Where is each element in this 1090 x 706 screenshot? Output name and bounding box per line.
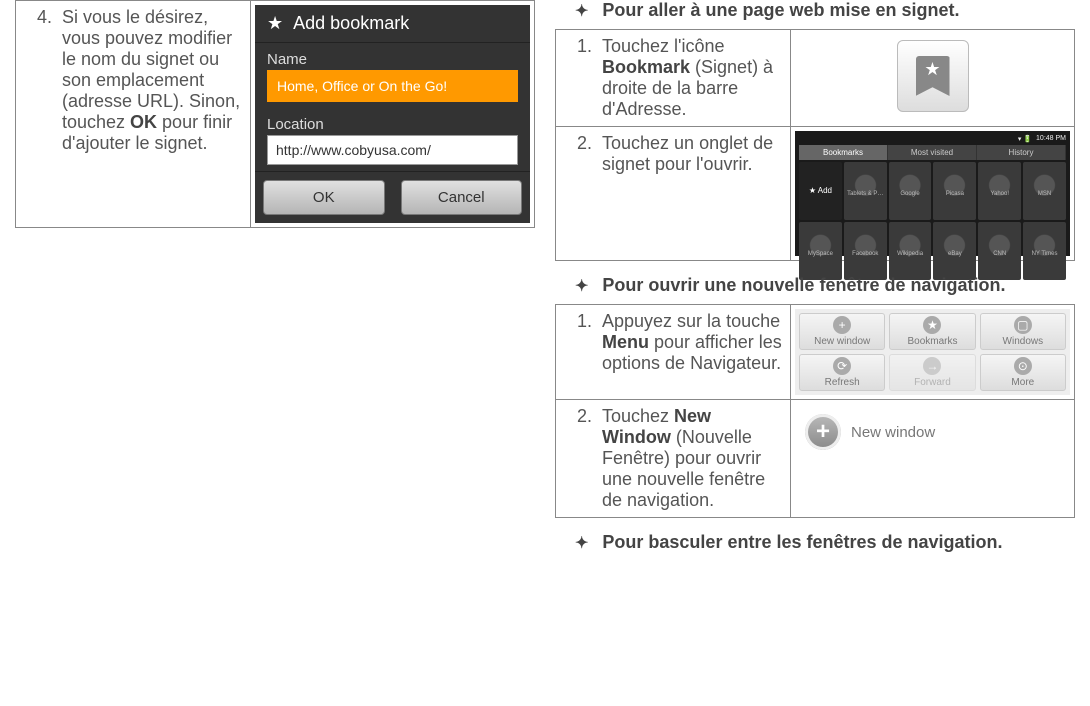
step-text: Appuyez sur la touche Menu pour afficher… xyxy=(592,305,791,400)
thumb[interactable]: Picasa xyxy=(933,162,976,220)
bullet-icon: ✦ xyxy=(575,276,588,296)
heading-switch-windows: ✦ Pour basculer entre les fenêtres de na… xyxy=(555,532,1075,561)
new-window-button-cell: New window xyxy=(791,400,1075,518)
tab-most-visited[interactable]: Most visited xyxy=(888,145,977,160)
plus-circle-icon xyxy=(805,414,841,450)
thumb[interactable]: Google xyxy=(889,162,932,220)
step-text: Touchez New Window (Nouvelle Fenêtre) po… xyxy=(592,400,791,518)
step-text: Si vous le désirez, vous pouvez modifier… xyxy=(52,1,251,228)
cancel-button[interactable]: Cancel xyxy=(401,180,523,215)
bullet-icon: ✦ xyxy=(575,1,588,21)
menu-forward[interactable]: →Forward xyxy=(889,354,975,391)
heading-bookmarked-page: ✦ Pour aller à une page web mise en sign… xyxy=(555,0,1075,29)
menu-windows[interactable]: ▢Windows xyxy=(980,313,1066,350)
star-icon: ★ xyxy=(267,13,283,34)
thumb[interactable]: Tablets & P… xyxy=(844,162,887,220)
name-field[interactable]: Home, Office or On the Go! xyxy=(267,70,518,102)
location-label: Location xyxy=(255,108,530,135)
step-number: 2. xyxy=(556,400,593,518)
add-bookmark-thumb[interactable]: ★ Add xyxy=(799,162,842,220)
step-number: 2. xyxy=(556,127,593,261)
ok-button[interactable]: OK xyxy=(263,180,385,215)
bullet-icon: ✦ xyxy=(575,533,588,553)
thumb[interactable]: MSN xyxy=(1023,162,1066,220)
step-text: Touchez l'icône Bookmark (Signet) à droi… xyxy=(592,30,791,127)
bookmark-section-table: 1. Touchez l'icône Bookmark (Signet) à d… xyxy=(555,29,1075,261)
tab-history[interactable]: History xyxy=(977,145,1066,160)
bookmarks-grid: ▾ 🔋10:48 PM Bookmarks Most visited Histo… xyxy=(795,131,1070,256)
browser-menu-cell: +New window ★Bookmarks ▢Windows ⟳Refresh… xyxy=(791,305,1075,400)
step-number: 1. xyxy=(556,305,593,400)
thumb[interactable]: eBay xyxy=(933,222,976,280)
heading-new-window: ✦ Pour ouvrir une nouvelle fenêtre de na… xyxy=(555,275,1075,304)
thumb[interactable]: MySpace xyxy=(799,222,842,280)
name-label: Name xyxy=(255,43,530,70)
step-number: 4. xyxy=(16,1,53,228)
bookmark-icon[interactable] xyxy=(897,40,969,112)
new-window-button[interactable]: New window xyxy=(795,404,1070,460)
thumb[interactable]: Facebook xyxy=(844,222,887,280)
step-image: ★ Add bookmark Name Home, Office or On t… xyxy=(251,1,535,228)
step-number: 1. xyxy=(556,30,593,127)
newwindow-section-table: 1. Appuyez sur la touche Menu pour affic… xyxy=(555,304,1075,518)
menu-new-window[interactable]: +New window xyxy=(799,313,885,350)
menu-bookmarks[interactable]: ★Bookmarks xyxy=(889,313,975,350)
browser-menu: +New window ★Bookmarks ▢Windows ⟳Refresh… xyxy=(795,309,1070,395)
thumb[interactable]: Wikipedia xyxy=(889,222,932,280)
location-field[interactable]: http://www.cobyusa.com/ xyxy=(267,135,518,165)
thumb[interactable]: CNN xyxy=(978,222,1021,280)
tab-bookmarks[interactable]: Bookmarks xyxy=(799,145,888,160)
thumb[interactable]: NY Times xyxy=(1023,222,1066,280)
step-text: Touchez un onglet de signet pour l'ouvri… xyxy=(592,127,791,261)
add-bookmark-dialog: ★ Add bookmark Name Home, Office or On t… xyxy=(255,5,530,223)
bookmark-icon-cell xyxy=(791,30,1075,127)
bookmark-grid-cell: ▾ 🔋10:48 PM Bookmarks Most visited Histo… xyxy=(791,127,1075,261)
thumb[interactable]: Yahoo! xyxy=(978,162,1021,220)
menu-more[interactable]: ⊙More xyxy=(980,354,1066,391)
left-step-table: 4. Si vous le désirez, vous pouvez modif… xyxy=(15,0,535,228)
dialog-title: Add bookmark xyxy=(293,13,409,34)
menu-refresh[interactable]: ⟳Refresh xyxy=(799,354,885,391)
